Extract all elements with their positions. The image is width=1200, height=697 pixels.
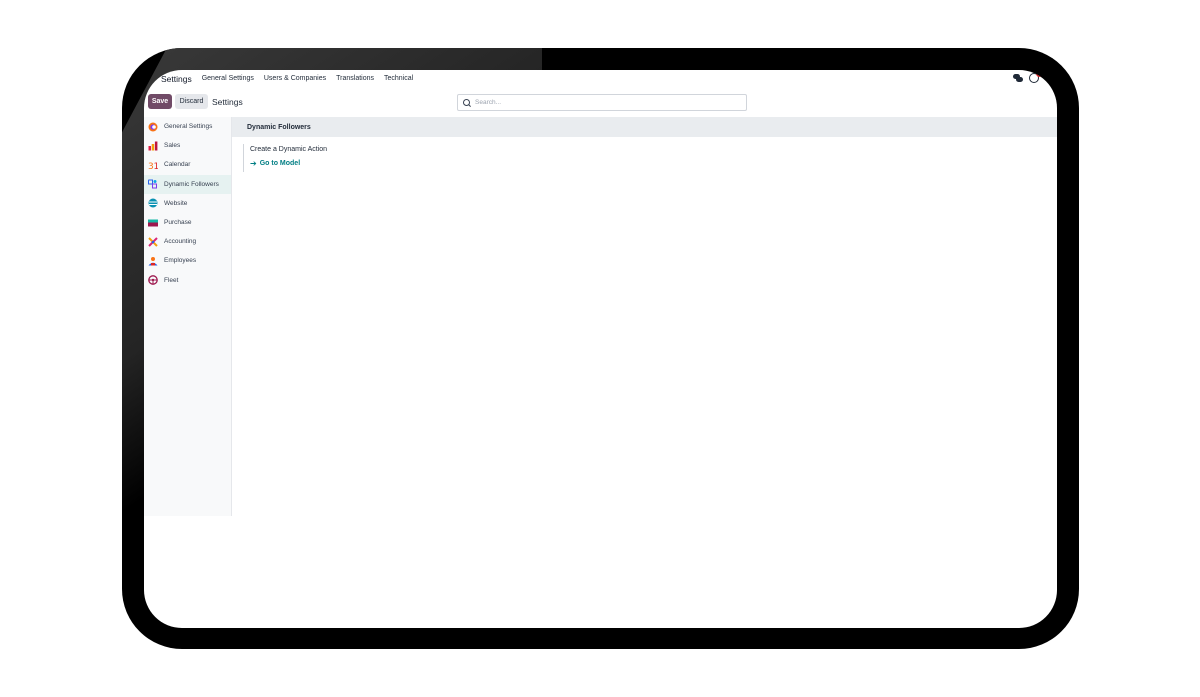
- settings-sidebar: General Settings Sales 31 Calendar Dynam…: [144, 117, 232, 516]
- breadcrumb: Settings: [212, 97, 243, 107]
- sidebar-item-label: Website: [164, 199, 188, 207]
- sidebar-item-label: Purchase: [164, 219, 192, 227]
- activity-clock-icon[interactable]: 8: [1029, 70, 1043, 83]
- sidebar-item-accounting[interactable]: Accounting: [144, 232, 231, 251]
- sidebar-item-general-settings[interactable]: General Settings: [144, 117, 231, 136]
- app-title[interactable]: Settings: [161, 74, 192, 84]
- arrow-right-icon: ➔: [250, 159, 257, 168]
- sidebar-item-fleet[interactable]: Fleet: [144, 271, 231, 290]
- discard-button[interactable]: Discard: [175, 94, 208, 109]
- calendar-icon: 31: [148, 162, 159, 170]
- sidebar-item-label: General Settings: [164, 123, 213, 131]
- setting-box: Create a Dynamic Action ➔ Go to Model: [243, 144, 327, 172]
- sidebar-item-label: Sales: [164, 142, 181, 150]
- search-icon: [463, 99, 470, 106]
- sidebar-item-calendar[interactable]: 31 Calendar: [144, 155, 231, 174]
- sidebar-item-label: Calendar: [164, 161, 191, 169]
- menu-translations[interactable]: Translations: [336, 75, 374, 82]
- sidebar-item-employees[interactable]: Employees: [144, 251, 231, 270]
- sales-icon: [148, 141, 158, 151]
- sidebar-item-website[interactable]: Website: [144, 194, 231, 213]
- search-bar[interactable]: [457, 94, 747, 111]
- systray: 8: [1013, 70, 1043, 83]
- sidebar-item-label: Fleet: [164, 276, 179, 284]
- menu-general-settings[interactable]: General Settings: [202, 75, 254, 82]
- section-header: Dynamic Followers: [232, 117, 1057, 137]
- menu-technical[interactable]: Technical: [384, 75, 413, 82]
- accounting-icon: [148, 237, 158, 247]
- activity-badge: 8: [1036, 70, 1043, 77]
- save-button[interactable]: Save: [148, 94, 172, 109]
- website-icon: [148, 198, 158, 208]
- link-label: Go to Model: [259, 160, 301, 167]
- fleet-icon: [148, 275, 158, 285]
- chat-icon[interactable]: [1013, 74, 1023, 82]
- menu-users-companies[interactable]: Users & Companies: [264, 75, 326, 82]
- section-title: Dynamic Followers: [247, 123, 311, 131]
- svg-text:1: 1: [154, 162, 159, 170]
- top-navbar: Settings General Settings Users & Compan…: [144, 70, 1057, 87]
- sidebar-item-label: Dynamic Followers: [164, 180, 219, 188]
- search-input[interactable]: [475, 99, 735, 106]
- setting-title: Create a Dynamic Action: [250, 146, 328, 153]
- sidebar-item-dynamic-followers[interactable]: Dynamic Followers: [144, 174, 231, 194]
- general-settings-icon: [148, 122, 158, 132]
- sidebar-item-label: Employees: [164, 257, 197, 265]
- control-panel: Save Discard Settings: [144, 92, 1057, 114]
- purchase-icon: [148, 219, 158, 227]
- app-screen: Settings General Settings Users & Compan…: [144, 70, 1057, 628]
- employees-icon: [148, 256, 158, 266]
- dynamic-followers-icon: [148, 179, 157, 189]
- sidebar-item-label: Accounting: [164, 238, 197, 246]
- go-to-model-link[interactable]: ➔ Go to Model: [250, 159, 327, 168]
- sidebar-item-purchase[interactable]: Purchase: [144, 213, 231, 232]
- sidebar-item-sales[interactable]: Sales: [144, 136, 231, 155]
